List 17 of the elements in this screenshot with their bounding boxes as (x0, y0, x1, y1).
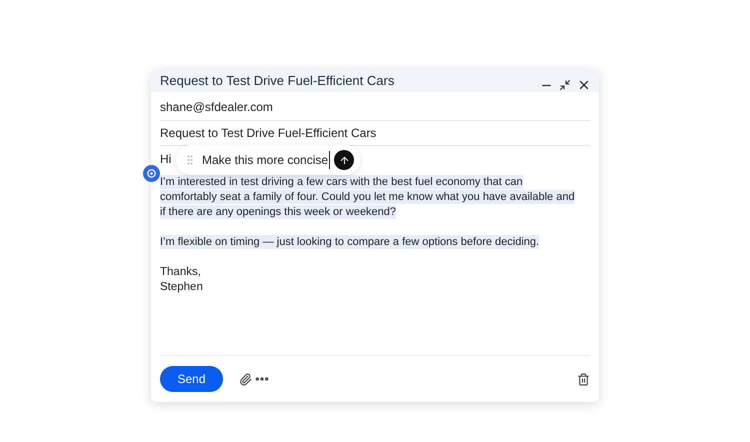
recipient-field[interactable]: shane@sfdealer.com (160, 98, 273, 116)
submit-button[interactable] (334, 150, 354, 170)
window-title: Request to Test Drive Fuel-Efficient Cars (160, 72, 396, 90)
body-paragraph: I’m interested in test driving a few cars with the best fuel economy that can comfortably seat a family of four. Could you let me know what you have available and if there are any openings this week or weekend? (160, 175, 576, 220)
trash-icon[interactable] (577, 372, 590, 386)
prompt-field[interactable]: Make this more concise (202, 151, 330, 169)
send-button[interactable]: Send (160, 366, 223, 392)
signature-line: Thanks, (160, 265, 202, 280)
signature-line: Stephen (160, 280, 204, 295)
subject-field[interactable]: Request to Test Drive Fuel-Efficient Cars (160, 124, 376, 142)
shrink-icon[interactable] (559, 79, 571, 91)
close-icon[interactable] (577, 78, 591, 92)
arrow-up-icon (338, 154, 350, 166)
paperclip-icon[interactable] (239, 372, 252, 386)
greeting-text: Hi (160, 150, 172, 168)
assistant-logo-icon[interactable] (143, 165, 160, 182)
body-paragraph: I’m flexible on timing — just looking to compare a few options before deciding. (160, 235, 540, 250)
